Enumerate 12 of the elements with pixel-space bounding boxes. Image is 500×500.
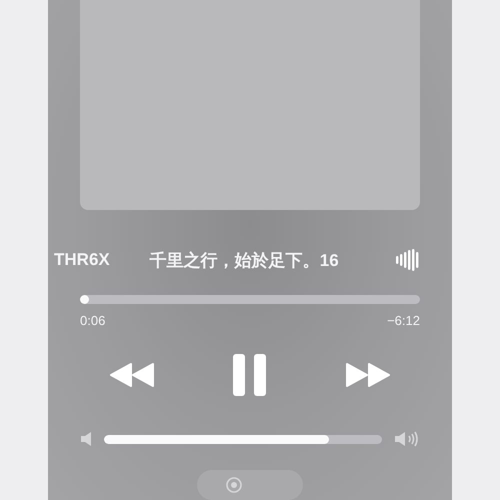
fast-forward-button[interactable] xyxy=(345,362,391,388)
pause-button[interactable] xyxy=(233,354,267,396)
target-icon xyxy=(225,476,243,494)
volume-high-icon xyxy=(394,430,420,448)
artist-name: THR6X xyxy=(54,250,110,270)
song-title: 千里之行，始於足下。16 xyxy=(150,250,339,272)
volume-low-icon xyxy=(80,432,92,446)
volume-slider[interactable] xyxy=(104,434,382,444)
elapsed-time: 0:06 xyxy=(80,313,106,328)
airplay-button[interactable] xyxy=(197,470,303,500)
remaining-time: −6:12 xyxy=(387,313,420,328)
rewind-button[interactable] xyxy=(109,362,155,388)
